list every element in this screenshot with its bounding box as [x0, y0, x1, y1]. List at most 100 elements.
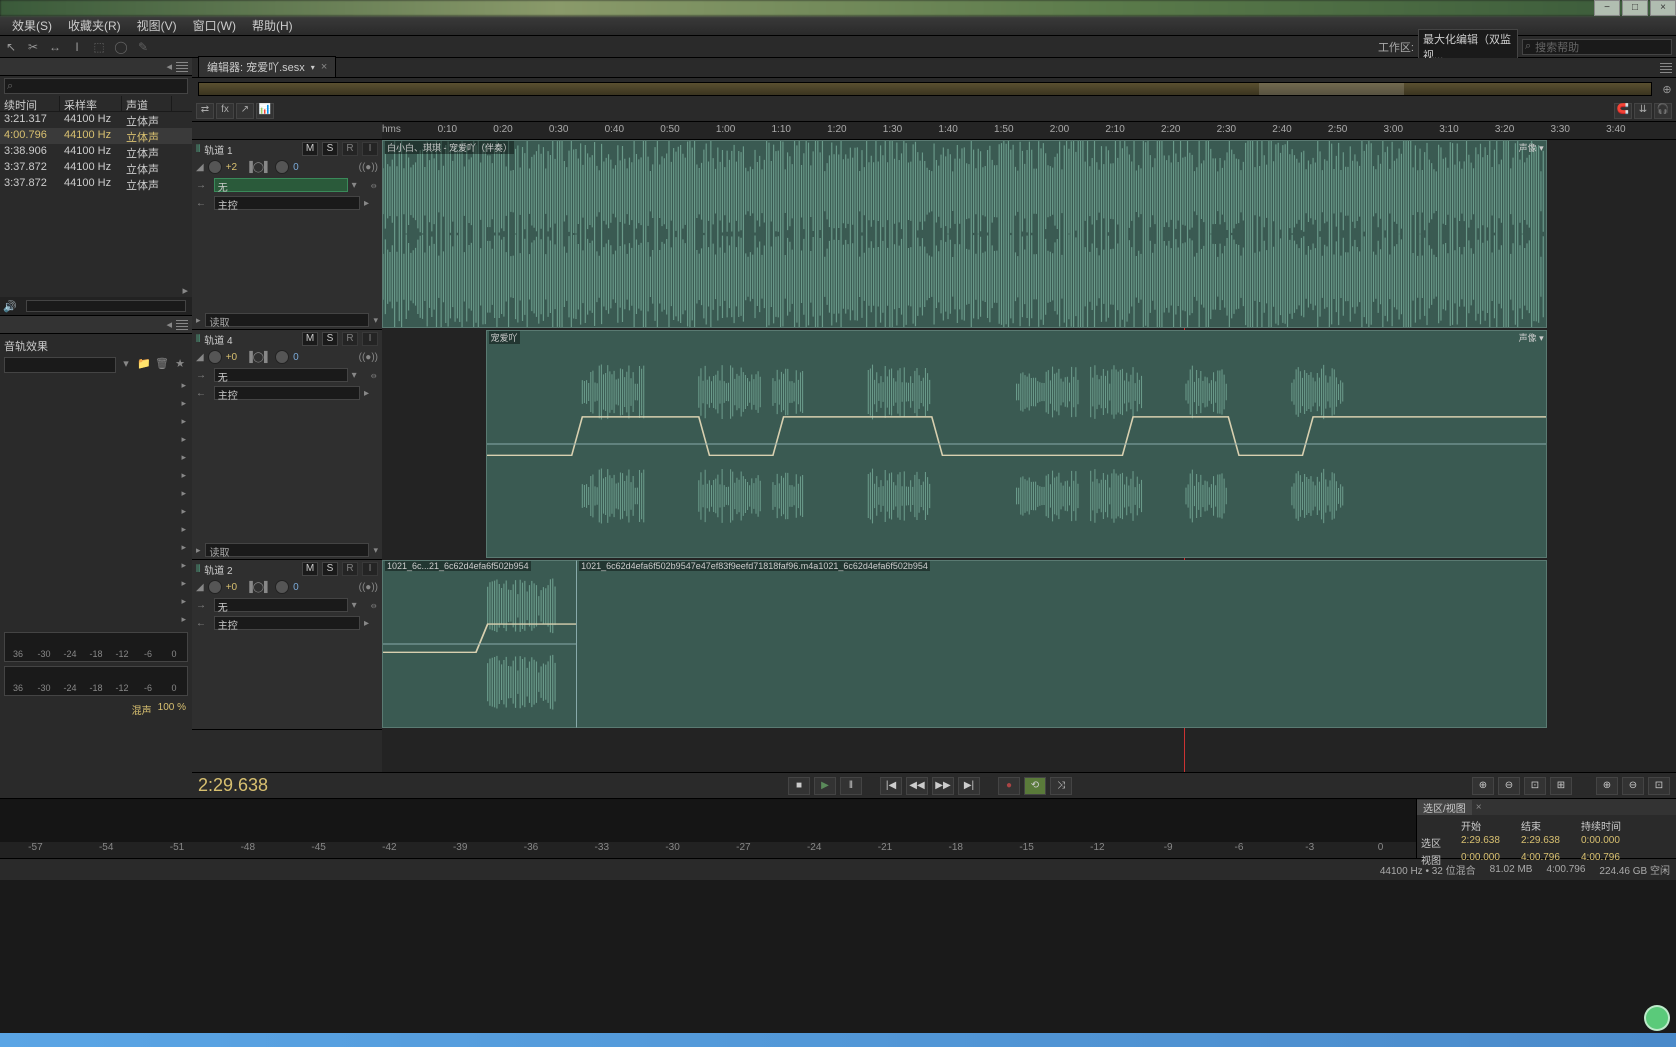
zoom-in-v-icon[interactable]: ⊕ — [1596, 777, 1618, 795]
pause-button[interactable]: ‖ — [840, 777, 862, 795]
audio-clip[interactable]: 白小白、琪琪 - 宠爱吖（伴奏）声像 ▾ — [382, 140, 1547, 328]
fx-slot[interactable]: ▸ — [0, 556, 192, 574]
close-button[interactable]: × — [1650, 0, 1676, 16]
fx-slot[interactable]: ▸ — [0, 538, 192, 556]
sel-dur[interactable]: 0:00.000 — [1579, 834, 1649, 851]
audio-clip[interactable]: 1021_6c62d4efa6f502b9547e47ef83f9eefd718… — [576, 560, 1547, 728]
menu-effects[interactable]: 效果(S) — [4, 17, 60, 34]
maximize-button[interactable]: □ — [1622, 0, 1648, 16]
fx-slot[interactable]: ▸ — [0, 430, 192, 448]
col-duration[interactable]: 续时间 — [0, 96, 60, 111]
toggle-icon[interactable]: ⇄ — [196, 103, 214, 119]
selview-close-icon[interactable]: × — [1476, 802, 1482, 813]
razor-tool-icon[interactable]: ✂ — [22, 38, 44, 56]
record-button[interactable]: ● — [998, 777, 1020, 795]
rewind-button[interactable]: ◀◀ — [906, 777, 928, 795]
audio-clip[interactable]: 宠爱吖声像 ▾ — [486, 330, 1547, 558]
panel-menu-icon[interactable] — [176, 320, 188, 330]
fx-slot[interactable]: ▸ — [0, 610, 192, 628]
zoom-icon[interactable]: ⊕ — [1658, 83, 1676, 96]
fx-slot[interactable]: ▸ — [0, 412, 192, 430]
file-search-input[interactable]: ⌕ — [4, 78, 188, 94]
minimize-button[interactable]: − — [1594, 0, 1620, 16]
fx-slot[interactable]: ▸ — [0, 592, 192, 610]
tab-close-icon[interactable]: × — [321, 61, 327, 73]
tab-dropdown-icon[interactable]: ▾ — [311, 63, 315, 72]
panel-arrow-icon[interactable]: ◂ — [166, 60, 172, 73]
fx-folder-icon[interactable]: 📁 — [136, 357, 152, 373]
send-icon[interactable]: ↗ — [236, 103, 254, 119]
preview-scrollbar[interactable] — [26, 300, 186, 312]
file-row[interactable]: 3:37.87244100 Hz立体声 — [0, 176, 192, 192]
marquee-tool-icon[interactable]: ⬚ — [88, 38, 110, 56]
zoom-sel-icon[interactable]: ⊞ — [1550, 777, 1572, 795]
loop-button[interactable]: ⟲ — [1024, 777, 1046, 795]
timeline-ruler[interactable]: hms0:100:200:300:400:501:001:101:201:301… — [192, 122, 1676, 140]
editor-menu-icon[interactable] — [1660, 63, 1672, 73]
file-row[interactable]: 3:21.31744100 Hz立体声 — [0, 112, 192, 128]
fx-slot[interactable]: ▸ — [0, 484, 192, 502]
left-sidebar: ◂ ⌕ 续时间 采样率 声道 3:21.31744100 Hz立体声4:00.7… — [0, 58, 192, 798]
mix-value[interactable]: 100 % — [158, 702, 186, 717]
panel-arrow-icon[interactable]: ◂ — [166, 318, 172, 331]
time-select-tool-icon[interactable]: I — [66, 38, 88, 56]
track-header[interactable]: ⫴轨道 2MSRI ◢+0▐◯▌0((●)) → 无▾⦵ ← 主控▸ — [192, 560, 382, 730]
selview-tab[interactable]: 选区/视图 — [1417, 800, 1472, 815]
file-row[interactable]: 3:38.90644100 Hz立体声 — [0, 144, 192, 160]
lasso-tool-icon[interactable]: ◯ — [110, 38, 132, 56]
track-content[interactable]: 声像 白小白、琪琪 - 宠爱吖（伴奏）声像 ▾宠爱吖声像 ▾1021_6c...… — [382, 140, 1676, 772]
forward-button[interactable]: ▶▶ — [932, 777, 954, 795]
menu-window[interactable]: 窗口(W) — [185, 17, 244, 34]
go-end-button[interactable]: ▶| — [958, 777, 980, 795]
sel-start[interactable]: 2:29.638 — [1459, 834, 1519, 851]
current-time[interactable]: 2:29.638 — [198, 775, 388, 796]
os-titlebar-blur — [0, 0, 1676, 16]
skip-silence-button[interactable]: ⤨ — [1050, 777, 1072, 795]
stop-button[interactable]: ■ — [788, 777, 810, 795]
sel-end[interactable]: 2:29.638 — [1519, 834, 1579, 851]
menu-favorites[interactable]: 收藏夹(R) — [60, 17, 129, 34]
fx-slot[interactable]: ▸ — [0, 520, 192, 538]
move-tool-icon[interactable]: ↖ — [0, 38, 22, 56]
col-samplerate[interactable]: 采样率 — [60, 96, 122, 111]
zoom-in-icon[interactable]: ⊕ — [1472, 777, 1494, 795]
zoom-out-v-icon[interactable]: ⊖ — [1622, 777, 1644, 795]
fx-slot[interactable]: ▸ — [0, 394, 192, 412]
brush-tool-icon[interactable]: ✎ — [132, 38, 154, 56]
expand-icon[interactable]: ▸ — [182, 284, 188, 297]
preview-play-icon[interactable]: 🔊 — [0, 300, 20, 313]
file-row[interactable]: 3:37.87244100 Hz立体声 — [0, 160, 192, 176]
help-search-input[interactable]: ⌕搜索帮助 — [1522, 39, 1672, 55]
col-channels[interactable]: 声道 — [122, 96, 172, 111]
headphone-icon[interactable]: 🎧 — [1654, 103, 1672, 119]
zoom-full-icon[interactable]: ⊡ — [1524, 777, 1546, 795]
track-header[interactable]: ⫴轨道 4MSRI ◢+0▐◯▌0((●)) → 无▾⦵ ← 主控▸ ▸读取▾ — [192, 330, 382, 560]
window-controls: − □ × — [1592, 0, 1676, 16]
fx-icon[interactable]: fx — [216, 103, 234, 119]
play-button[interactable]: ▶ — [814, 777, 836, 795]
fx-slot[interactable]: ▸ — [0, 466, 192, 484]
eq-icon[interactable]: 📊 — [256, 103, 274, 119]
fx-preset-select[interactable] — [4, 357, 116, 373]
go-start-button[interactable]: |◀ — [880, 777, 902, 795]
overview-bar[interactable]: ⊕ — [192, 78, 1676, 100]
fx-save-icon[interactable]: ▾ — [118, 357, 134, 373]
fx-slot[interactable]: ▸ — [0, 448, 192, 466]
snap-icon[interactable]: 🧲 — [1614, 103, 1632, 119]
floating-badge[interactable] — [1644, 1005, 1670, 1031]
fx-star-icon[interactable]: ★ — [172, 357, 188, 373]
fx-slot[interactable]: ▸ — [0, 574, 192, 592]
fx-slot[interactable]: ▸ — [0, 502, 192, 520]
fx-trash-icon[interactable]: 🗑 — [154, 357, 170, 373]
menu-help[interactable]: 帮助(H) — [244, 17, 301, 34]
zoom-out-icon[interactable]: ⊖ — [1498, 777, 1520, 795]
slip-tool-icon[interactable]: ↔ — [44, 38, 66, 56]
menu-view[interactable]: 视图(V) — [129, 17, 185, 34]
ripple-icon[interactable]: ⇊ — [1634, 103, 1652, 119]
fx-slot[interactable]: ▸ — [0, 376, 192, 394]
editor-tab[interactable]: 编辑器: 宠爱吖.sesx▾× — [198, 56, 336, 77]
zoom-reset-v-icon[interactable]: ⊡ — [1648, 777, 1670, 795]
file-row[interactable]: 4:00.79644100 Hz立体声 — [0, 128, 192, 144]
panel-menu-icon[interactable] — [176, 62, 188, 72]
track-header[interactable]: ⫴轨道 1MSRI ◢+2▐◯▌0((●)) → 无▾⦵ ← 主控▸ ▸读取▾ — [192, 140, 382, 330]
